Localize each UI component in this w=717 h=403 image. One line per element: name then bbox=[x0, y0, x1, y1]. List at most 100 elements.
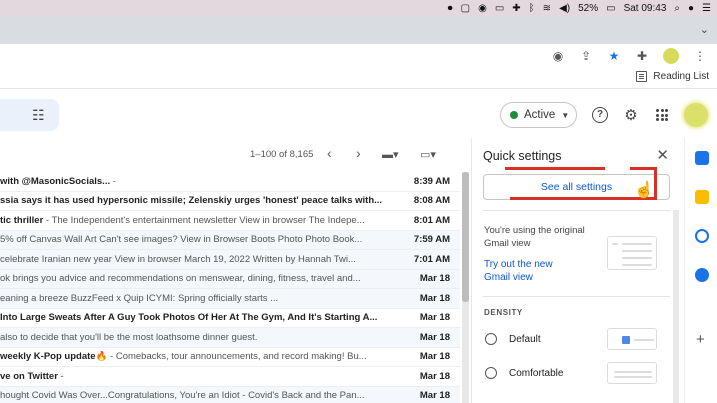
email-subject: tic thriller bbox=[0, 214, 44, 226]
table-row[interactable]: eaning a breeze BuzzFeed x Quip ICYMI: S… bbox=[0, 289, 460, 309]
close-icon[interactable]: ✕ bbox=[656, 146, 669, 164]
density-comfortable-label[interactable]: Comfortable bbox=[509, 368, 563, 379]
status-dot bbox=[510, 111, 518, 119]
prev-page-icon[interactable]: ‹ bbox=[327, 145, 332, 161]
record-icon[interactable]: ⏺ bbox=[448, 3, 453, 15]
browser-toolbar: ◉ ⇪ ★ ✚ ⋮ bbox=[0, 44, 717, 68]
email-date: Mar 18 bbox=[419, 390, 450, 402]
density-comfortable-thumbnail bbox=[607, 362, 657, 384]
bluetooth-icon[interactable]: ᛒ bbox=[529, 3, 535, 15]
table-row[interactable]: with @MasonicSocials... - 8:39 AM bbox=[0, 172, 460, 192]
annotation-line bbox=[654, 167, 657, 200]
quick-settings-scrollbar[interactable] bbox=[673, 210, 679, 403]
email-snippet: - Comebacks, tour announcements, and rec… bbox=[107, 351, 367, 363]
control-center-icon[interactable]: ☰ bbox=[702, 3, 711, 15]
more-icon[interactable]: ⋮ bbox=[693, 49, 707, 63]
search-options-icon[interactable]: ☷ bbox=[32, 107, 45, 124]
airplay-icon[interactable]: ▭ bbox=[495, 3, 504, 15]
help-icon[interactable]: ? bbox=[592, 107, 608, 123]
profile-avatar[interactable] bbox=[663, 48, 679, 64]
email-preview: ok brings you advice and recommendations… bbox=[0, 273, 382, 284]
eye-icon[interactable]: ◉ bbox=[478, 3, 487, 15]
email-preview: with @MasonicSocials... - bbox=[0, 176, 382, 187]
email-snippet: - bbox=[110, 175, 116, 187]
volume-icon[interactable]: ◀) bbox=[559, 3, 570, 15]
calendar-icon[interactable] bbox=[695, 151, 709, 165]
next-page-icon[interactable]: › bbox=[356, 145, 361, 161]
search-input[interactable]: ☷ bbox=[0, 99, 59, 131]
email-preview: celebrate Iranian new year View in brows… bbox=[0, 254, 382, 265]
tab-search-icon[interactable]: ⌄ bbox=[700, 23, 709, 36]
bookmark-bar: Reading List bbox=[0, 68, 717, 89]
macos-menubar: ⏺ ▢ ◉ ▭ ✚ ᛒ ≋ ◀) 52% ▭ Sat 09:43 ⌕ ● ☰ bbox=[0, 0, 717, 17]
split-pane-toggle-icon[interactable]: ▬▾ bbox=[382, 148, 399, 161]
share-icon[interactable]: ⇪ bbox=[579, 49, 593, 63]
email-subject: ve on Twitter bbox=[0, 370, 58, 382]
table-row[interactable]: ssia says it has used hypersonic missile… bbox=[0, 191, 460, 211]
email-date: 7:01 AM bbox=[413, 253, 450, 265]
density-default-thumbnail bbox=[607, 328, 657, 350]
contacts-icon[interactable] bbox=[695, 268, 709, 282]
email-date: 8:39 AM bbox=[413, 175, 450, 187]
apps-grid-icon[interactable] bbox=[656, 109, 668, 121]
email-subject: with @MasonicSocials... bbox=[0, 175, 111, 187]
quick-settings-title: Quick settings bbox=[483, 149, 562, 163]
density-comfortable-radio[interactable] bbox=[485, 367, 497, 379]
table-row[interactable]: 5% off Canvas Wall Art Can't see images?… bbox=[0, 230, 460, 250]
email-snippet: celebrate Iranian new year View in brows… bbox=[0, 253, 356, 265]
input-tools-icon[interactable]: ▭▾ bbox=[420, 148, 436, 161]
email-date: Mar 18 bbox=[419, 351, 450, 363]
email-snippet: 5% off Canvas Wall Art Can't see images?… bbox=[0, 234, 363, 246]
divider bbox=[483, 210, 670, 211]
keep-icon[interactable] bbox=[695, 190, 709, 204]
spotlight-icon[interactable]: ⌕ bbox=[674, 3, 680, 15]
email-snippet: - The Independent's entertainment newsle… bbox=[43, 214, 365, 226]
email-date: Mar 18 bbox=[419, 292, 450, 304]
tasks-icon[interactable] bbox=[695, 229, 709, 243]
table-row[interactable]: ok brings you advice and recommendations… bbox=[0, 269, 460, 289]
gmail-view-description: You're using the original Gmail view bbox=[484, 225, 585, 249]
table-row[interactable]: ve on Twitter - Mar 18 bbox=[0, 367, 460, 387]
table-row[interactable]: hought Covid Was Over...Congratulations,… bbox=[0, 386, 460, 403]
email-date: Mar 18 bbox=[419, 331, 450, 343]
table-row[interactable]: celebrate Iranian new year View in brows… bbox=[0, 250, 460, 270]
screen-mirror-icon[interactable]: ▢ bbox=[461, 3, 470, 15]
email-date: Mar 18 bbox=[419, 370, 450, 382]
battery-icon[interactable]: ▭ bbox=[606, 3, 615, 15]
reading-list-button[interactable]: Reading List bbox=[636, 71, 709, 82]
get-addons-icon[interactable]: + bbox=[696, 331, 705, 348]
browser-tab-strip: ⌄ bbox=[0, 17, 717, 44]
email-date: 7:59 AM bbox=[413, 234, 450, 246]
email-list: with @MasonicSocials... - 8:39 AM ssia s… bbox=[0, 172, 460, 403]
email-preview: ssia says it has used hypersonic missile… bbox=[0, 195, 382, 206]
account-avatar[interactable] bbox=[684, 103, 708, 127]
email-preview: hought Covid Was Over...Congratulations,… bbox=[0, 390, 382, 401]
menubar-clock[interactable]: Sat 09:43 bbox=[624, 3, 667, 14]
eye-icon[interactable]: ◉ bbox=[551, 49, 565, 63]
original-view-thumbnail bbox=[607, 236, 657, 270]
scrollbar-thumb[interactable] bbox=[462, 172, 469, 302]
email-preview: ve on Twitter - bbox=[0, 371, 382, 382]
annotation-line bbox=[505, 167, 605, 170]
email-subject: Into Large Sweats After A Guy Took Photo… bbox=[0, 312, 378, 324]
email-date: 8:01 AM bbox=[413, 214, 450, 226]
email-preview: eaning a breeze BuzzFeed x Quip ICYMI: S… bbox=[0, 293, 382, 304]
email-date: Mar 18 bbox=[419, 273, 450, 285]
table-row[interactable]: tic thriller - The Independent's enterta… bbox=[0, 211, 460, 231]
star-icon[interactable]: ★ bbox=[607, 49, 621, 63]
density-default-label[interactable]: Default bbox=[509, 334, 541, 345]
extensions-icon[interactable]: ✚ bbox=[635, 49, 649, 63]
wifi-icon[interactable]: ≋ bbox=[543, 3, 551, 15]
try-new-gmail-link[interactable]: Try out the new Gmail view bbox=[484, 258, 574, 284]
table-row[interactable]: Into Large Sweats After A Guy Took Photo… bbox=[0, 308, 460, 328]
siri-icon[interactable]: ● bbox=[688, 3, 694, 15]
gear-icon[interactable]: ⚙ bbox=[622, 106, 640, 124]
table-row[interactable]: weekly K-Pop update🔥 - Comebacks, tour a… bbox=[0, 347, 460, 367]
status-button[interactable]: Active ▼ bbox=[500, 102, 577, 128]
annotation-line bbox=[630, 167, 657, 170]
density-default-radio[interactable] bbox=[485, 333, 497, 345]
email-snippet: hought Covid Was Over...Congratulations,… bbox=[0, 390, 365, 402]
table-row[interactable]: also to decide that you'll be the most l… bbox=[0, 328, 460, 348]
email-list-scrollbar[interactable] bbox=[462, 172, 469, 403]
flag-uk-icon[interactable]: ✚ bbox=[512, 3, 520, 15]
